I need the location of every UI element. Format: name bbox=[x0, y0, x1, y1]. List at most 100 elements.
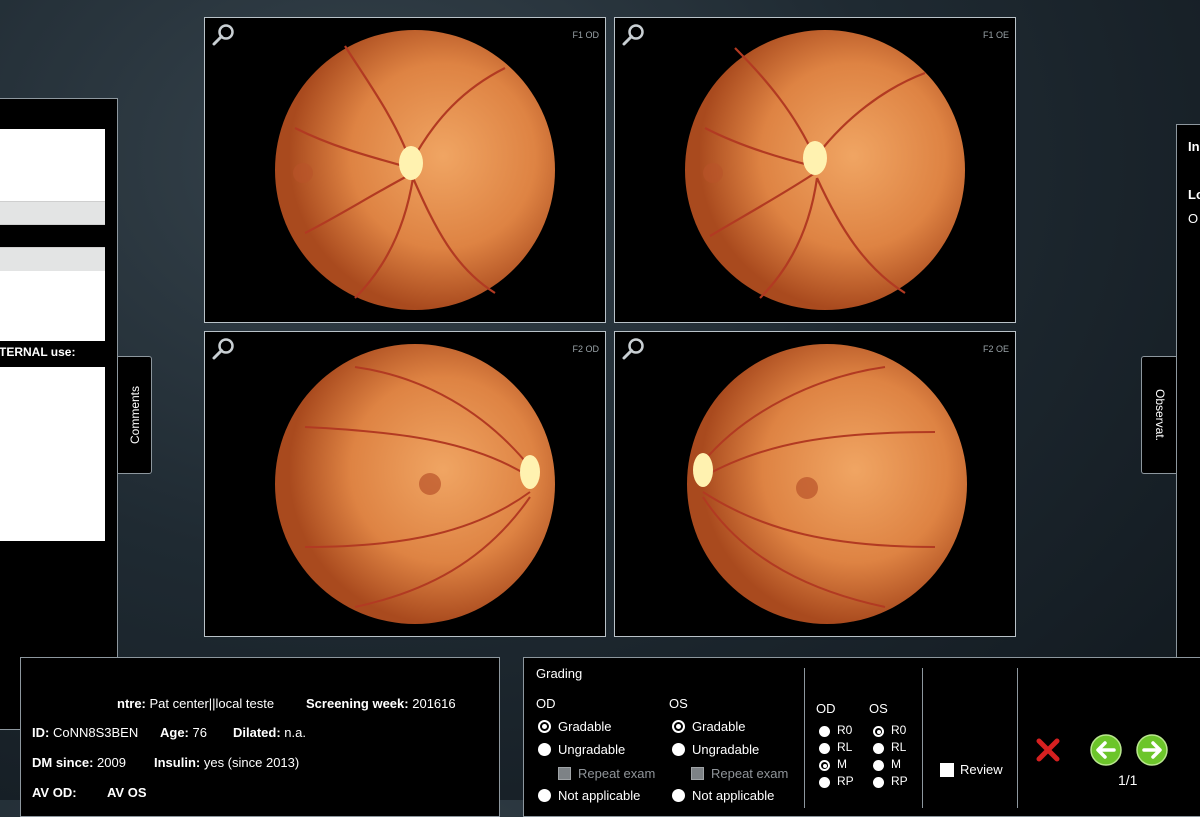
os-gradable-radio[interactable] bbox=[672, 720, 685, 733]
review-checkbox[interactable] bbox=[940, 763, 954, 777]
patient-info-panel: ntre: Pat center||local teste Screening … bbox=[20, 657, 500, 817]
insulin-value: yes (since 2013) bbox=[203, 755, 300, 770]
fundus-image-f1-oe[interactable]: F1 OE bbox=[614, 17, 1016, 323]
magnifier-icon[interactable] bbox=[211, 22, 237, 48]
arrow-left-icon[interactable] bbox=[1090, 734, 1122, 766]
od-rl-label: RL bbox=[837, 740, 853, 754]
centre-value: Pat center||local teste bbox=[149, 696, 275, 711]
retino-od-header: OD bbox=[816, 701, 836, 716]
fundus-image-f2-oe[interactable]: F2 OE bbox=[614, 331, 1016, 637]
os-ungradable-label: Ungradable bbox=[692, 742, 760, 757]
dm-since-value: 2009 bbox=[97, 755, 126, 770]
age-label: Age: bbox=[160, 725, 189, 740]
right-panel-line-1: In bbox=[1188, 139, 1200, 154]
image-label: F1 OD bbox=[572, 30, 599, 40]
image-label: F1 OE bbox=[982, 30, 1009, 40]
id-label: ID: bbox=[32, 725, 50, 740]
fundus-image-f2-od[interactable]: F2 OD bbox=[204, 331, 606, 637]
od-rl-radio[interactable] bbox=[819, 743, 830, 754]
os-ungradable-radio[interactable] bbox=[672, 743, 685, 756]
right-observations-panel: In Lo O bbox=[1176, 124, 1200, 706]
od-repeat-exam-label: Repeat exam bbox=[578, 766, 656, 781]
insulin-label: Insulin: bbox=[154, 755, 201, 770]
id-field: ID: CoNN8S3BEN bbox=[32, 725, 138, 740]
retino-os-header: OS bbox=[869, 701, 888, 716]
os-rl-radio[interactable] bbox=[873, 743, 884, 754]
dilated-label: Dilated: bbox=[233, 725, 281, 740]
comment-bar-2 bbox=[0, 247, 105, 273]
av-od-field: AV OD: bbox=[32, 785, 77, 800]
arrow-right-icon[interactable] bbox=[1136, 734, 1168, 766]
od-m-label: M bbox=[837, 757, 847, 771]
comments-tab[interactable]: Comments bbox=[118, 356, 152, 474]
od-rp-label: RP bbox=[837, 774, 854, 788]
grading-title: Grading bbox=[536, 666, 583, 681]
screening-week-label: Screening week: bbox=[306, 696, 409, 711]
centre-label: ntre: bbox=[117, 696, 146, 711]
od-gradable-label: Gradable bbox=[558, 719, 612, 734]
magnifier-icon[interactable] bbox=[621, 22, 647, 48]
os-repeat-exam-checkbox[interactable] bbox=[691, 767, 704, 780]
dm-since-label: DM since: bbox=[32, 755, 94, 770]
comment-textbox-2[interactable] bbox=[0, 271, 105, 341]
os-not-applicable-label: Not applicable bbox=[692, 788, 775, 803]
os-m-radio[interactable] bbox=[873, 760, 884, 771]
magnifier-icon[interactable] bbox=[211, 336, 237, 362]
page-indicator: 1/1 bbox=[1118, 772, 1138, 788]
id-value: CoNN8S3BEN bbox=[52, 725, 139, 740]
observations-tab-label: Observat. bbox=[1152, 388, 1167, 442]
comments-tab-label: Comments bbox=[127, 385, 142, 445]
os-r0-label: R0 bbox=[891, 723, 907, 737]
review-label: Review bbox=[960, 762, 1003, 777]
screening-week-field: Screening week: 201616 bbox=[306, 696, 456, 711]
od-m-radio[interactable] bbox=[819, 760, 830, 771]
os-not-applicable-radio[interactable] bbox=[672, 789, 685, 802]
grading-os-header: OS bbox=[669, 696, 688, 711]
od-r0-label: R0 bbox=[837, 723, 853, 737]
dm-since-field: DM since: 2009 bbox=[32, 755, 126, 770]
image-label: F2 OD bbox=[572, 344, 599, 354]
fundus-photo bbox=[685, 30, 965, 310]
os-rp-label: RP bbox=[891, 774, 908, 788]
internal-comment-textbox[interactable] bbox=[0, 367, 105, 541]
grading-divider bbox=[922, 668, 923, 808]
magnifier-icon[interactable] bbox=[621, 336, 647, 362]
od-r0-radio[interactable] bbox=[819, 726, 830, 737]
dilated-value: n.a. bbox=[284, 725, 306, 740]
fundus-photo bbox=[275, 344, 555, 624]
fundus-photo bbox=[687, 344, 967, 624]
os-m-label: M bbox=[891, 757, 901, 771]
od-not-applicable-radio[interactable] bbox=[538, 789, 551, 802]
internal-use-label: TERNAL use: bbox=[0, 345, 76, 359]
fundus-photo bbox=[275, 30, 555, 310]
fundus-image-f1-od[interactable]: F1 OD bbox=[204, 17, 606, 323]
observations-tab[interactable]: Observat. bbox=[1141, 356, 1177, 474]
dilated-field: Dilated: n.a. bbox=[233, 725, 306, 740]
od-ungradable-radio[interactable] bbox=[538, 743, 551, 756]
od-not-applicable-label: Not applicable bbox=[558, 788, 641, 803]
grading-panel: Grading OD OS Gradable Ungradable Repeat… bbox=[523, 657, 1200, 817]
right-panel-line-2: Lo bbox=[1188, 187, 1200, 202]
comment-textbox-1[interactable] bbox=[0, 129, 105, 201]
grading-od-header: OD bbox=[536, 696, 556, 711]
right-panel-line-3: O bbox=[1188, 211, 1199, 226]
av-od-label: AV OD: bbox=[32, 785, 77, 800]
od-gradable-radio[interactable] bbox=[538, 720, 551, 733]
age-field: Age: 76 bbox=[160, 725, 207, 740]
close-icon[interactable] bbox=[1034, 736, 1062, 764]
av-os-label: AV OS bbox=[107, 785, 147, 800]
av-os-field: AV OS bbox=[107, 785, 147, 800]
left-comments-panel: TERNAL use: bbox=[0, 98, 118, 730]
os-rl-label: RL bbox=[891, 740, 907, 754]
od-repeat-exam-checkbox[interactable] bbox=[558, 767, 571, 780]
os-gradable-label: Gradable bbox=[692, 719, 746, 734]
insulin-field: Insulin: yes (since 2013) bbox=[154, 755, 299, 770]
screening-week-value: 201616 bbox=[412, 696, 456, 711]
age-value: 76 bbox=[192, 725, 207, 740]
os-r0-radio[interactable] bbox=[873, 726, 884, 737]
os-rp-radio[interactable] bbox=[873, 777, 884, 788]
grading-divider bbox=[804, 668, 805, 808]
od-rp-radio[interactable] bbox=[819, 777, 830, 788]
grading-divider bbox=[1017, 668, 1018, 808]
os-repeat-exam-label: Repeat exam bbox=[711, 766, 789, 781]
